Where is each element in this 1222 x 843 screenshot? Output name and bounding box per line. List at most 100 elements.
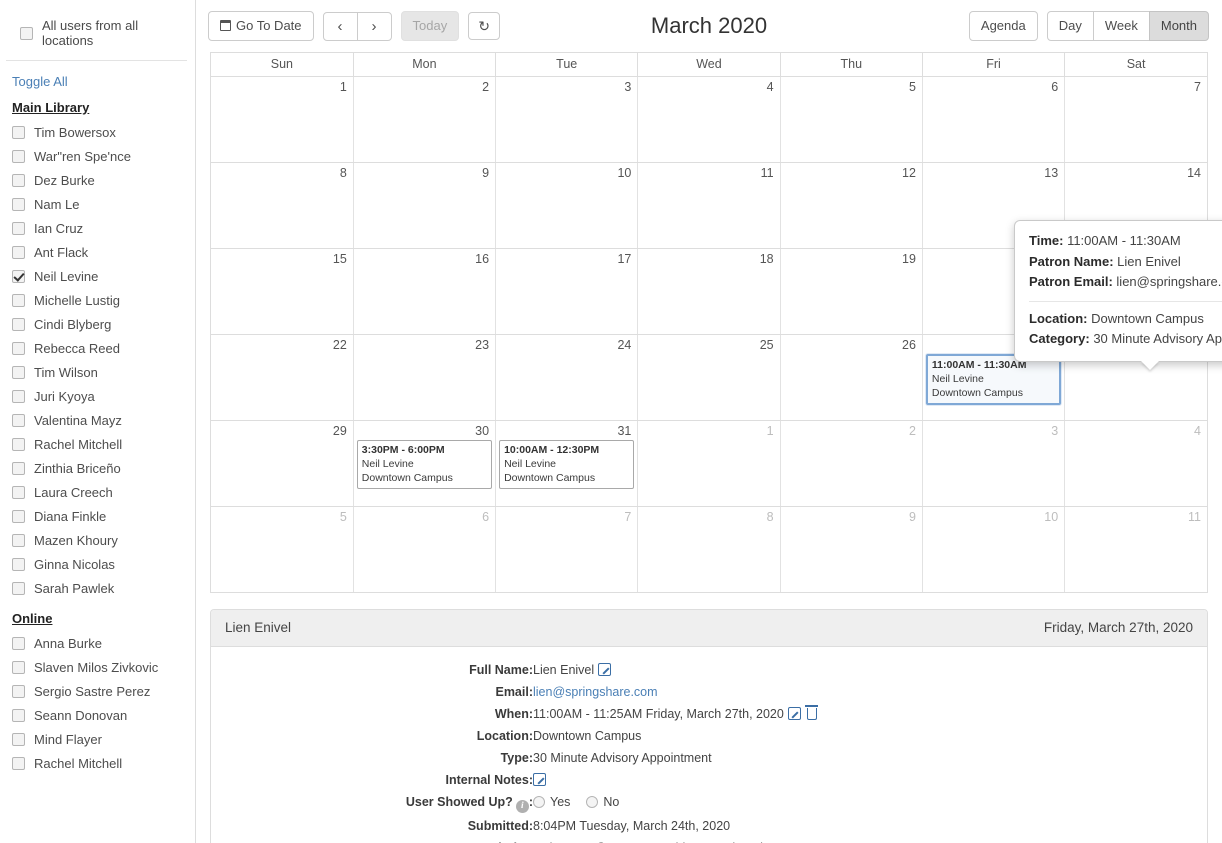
calendar-day-cell[interactable]: 5 [211,506,354,593]
sidebar-user-row[interactable]: Sergio Sastre Perez [0,679,195,703]
edit-full-name-icon[interactable] [598,663,612,676]
next-month-button[interactable]: › [356,11,392,41]
calendar-day-cell[interactable]: 26 [780,334,923,421]
sidebar-user-row[interactable]: Diana Finkle [0,504,195,528]
calendar-day-cell[interactable]: 23 [353,334,497,421]
sidebar-user-row[interactable]: Nam Le [0,192,195,216]
sidebar-user-row[interactable]: Juri Kyoya [0,384,195,408]
calendar-day-cell[interactable]: 18 [637,248,781,335]
sidebar-user-row[interactable]: Rebecca Reed [0,336,195,360]
sidebar-user-row[interactable]: Slaven Milos Zivkovic [0,655,195,679]
user-checkbox[interactable] [12,173,25,187]
edit-when-icon[interactable] [787,707,801,720]
calendar-day-cell[interactable]: 6 [353,506,497,593]
info-icon[interactable]: i [515,800,529,813]
sidebar-user-row[interactable]: Ginna Nicolas [0,552,195,576]
toggle-all-link[interactable]: Toggle All [0,61,195,89]
sidebar-user-row[interactable]: Mind Flayer [0,727,195,751]
sidebar-user-row[interactable]: Michelle Lustig [0,288,195,312]
sidebar-user-row[interactable]: Rachel Mitchell [0,432,195,456]
user-checkbox[interactable] [12,125,25,139]
delete-appointment-icon[interactable] [805,705,819,720]
sidebar-user-row[interactable]: Zinthia Briceño [0,456,195,480]
sidebar-user-row[interactable]: Mazen Khoury [0,528,195,552]
user-checkbox[interactable] [12,533,25,547]
user-checkbox[interactable] [12,317,25,331]
sidebar-user-row[interactable]: Valentina Mayz [0,408,195,432]
calendar-day-cell[interactable]: 3 [495,76,639,163]
calendar-day-cell[interactable]: 8 [211,162,354,249]
user-checkbox[interactable] [12,708,25,722]
calendar-day-cell[interactable]: 19 [780,248,923,335]
sidebar-user-row[interactable]: Anna Burke [0,631,195,655]
all-users-checkbox[interactable] [20,26,33,40]
sidebar-user-row[interactable]: Neil Levine [0,264,195,288]
sidebar-user-row[interactable]: Sarah Pawlek [0,576,195,600]
user-checkbox[interactable] [12,756,25,770]
calendar-day-cell[interactable]: 24 [495,334,639,421]
calendar-day-cell[interactable]: 2 [353,76,497,163]
calendar-day-cell[interactable]: 15 [211,248,354,335]
calendar-day-cell[interactable]: 10 [495,162,639,249]
user-checkbox[interactable] [12,197,25,211]
today-button[interactable]: Today [400,11,460,41]
calendar-day-cell[interactable]: 7 [1064,76,1207,163]
sidebar-user-row[interactable]: Cindi Blyberg [0,312,195,336]
user-checkbox[interactable] [12,221,25,235]
calendar-day-cell[interactable]: 22 [211,334,354,421]
user-checkbox[interactable] [12,245,25,259]
calendar-day-cell[interactable]: 9 [353,162,497,249]
user-checkbox[interactable] [12,581,25,595]
calendar-day-cell[interactable]: 7 [495,506,639,593]
calendar-day-cell[interactable]: 10 [922,506,1066,593]
user-checkbox[interactable] [12,293,25,307]
calendar-day-cell[interactable]: 16 [353,248,497,335]
sidebar-user-row[interactable]: Ian Cruz [0,216,195,240]
user-checkbox[interactable] [12,365,25,379]
sidebar-user-row[interactable]: Tim Wilson [0,360,195,384]
user-checkbox[interactable] [12,660,25,674]
sidebar-user-row[interactable]: Rachel Mitchell [0,751,195,775]
user-checkbox[interactable] [12,413,25,427]
view-day-button[interactable]: Day [1046,11,1094,41]
view-agenda-button[interactable]: Agenda [968,11,1038,41]
calendar-day-cell[interactable]: 12 [780,162,923,249]
calendar-day-cell[interactable]: 2 [780,420,923,507]
calendar-day-cell[interactable]: 17 [495,248,639,335]
refresh-button[interactable]: ↻ [468,12,500,40]
showed-up-no-radio[interactable] [586,796,599,808]
sidebar-user-row[interactable]: Dez Burke [0,168,195,192]
sidebar-user-row[interactable]: Ant Flack [0,240,195,264]
view-week-button[interactable]: Week [1092,11,1150,41]
user-checkbox[interactable] [12,684,25,698]
calendar-day-cell[interactable]: 8 [637,506,781,593]
edit-internal-notes-icon[interactable] [533,773,546,786]
calendar-day-cell[interactable]: 5 [780,76,923,163]
user-checkbox[interactable] [12,509,25,523]
prev-month-button[interactable]: ‹ [322,11,358,41]
calendar-day-cell[interactable]: 31 10:00AM - 12:30PM Neil Levine Downtown C… [495,420,639,507]
user-checkbox[interactable] [12,149,25,163]
calendar-day-cell[interactable]: 4 [637,76,781,163]
go-to-date-button[interactable]: Go To Date [208,11,314,41]
user-checkbox[interactable] [12,437,25,451]
calendar-day-cell[interactable]: 3 [922,420,1066,507]
user-checkbox[interactable] [12,341,25,355]
user-checkbox[interactable] [12,269,25,283]
calendar-day-cell[interactable]: 11 [1064,506,1207,593]
all-users-filter-row[interactable]: All users from all locations [6,0,187,61]
user-checkbox[interactable] [12,461,25,475]
calendar-day-cell[interactable]: 11 [637,162,781,249]
calendar-event[interactable]: 3:30PM - 6:00PM Neil Levine Downtown Campu… [356,440,493,489]
sidebar-user-row[interactable]: War"ren Spe'nce [0,144,195,168]
calendar-event[interactable]: 11:00AM - 11:30AM Neil Levine Downtown Cam… [925,354,1062,405]
calendar-day-cell[interactable]: 1 [211,76,354,163]
sidebar-user-row[interactable]: Laura Creech [0,480,195,504]
calendar-day-cell[interactable]: 9 [780,506,923,593]
view-month-button[interactable]: Month [1148,11,1209,41]
calendar-day-cell[interactable]: 4 [1064,420,1207,507]
calendar-event[interactable]: 10:00AM - 12:30PM Neil Levine Downtown Cam… [499,440,635,489]
user-checkbox[interactable] [12,557,25,571]
showed-up-yes-radio[interactable] [533,796,545,808]
user-checkbox[interactable] [12,389,25,403]
